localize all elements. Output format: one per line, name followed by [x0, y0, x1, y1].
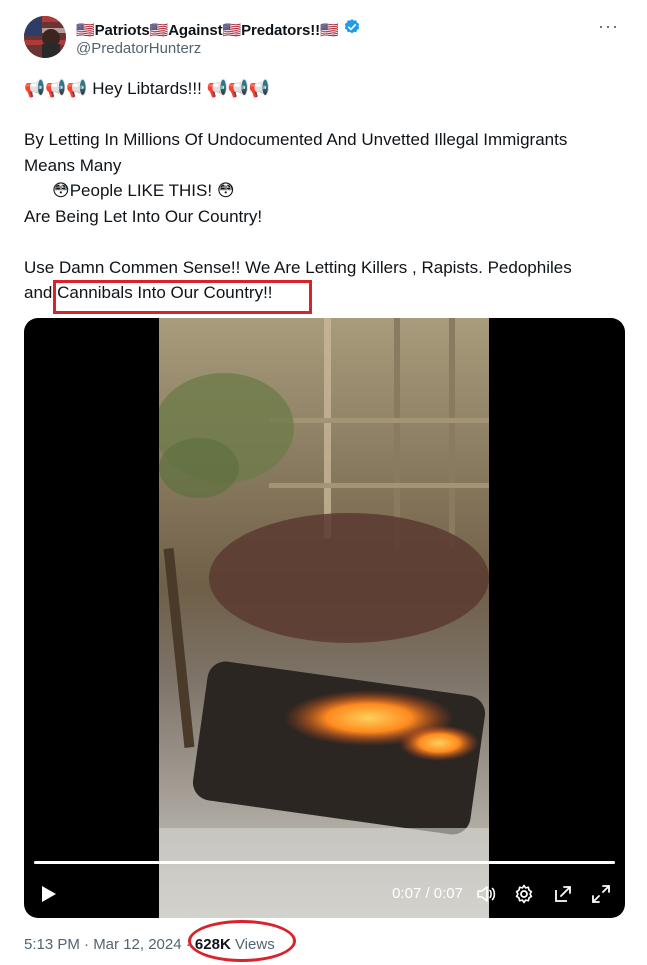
- tweet-line: 😳People LIKE THIS! 😳: [52, 181, 235, 200]
- more-options-icon[interactable]: ···: [598, 16, 619, 37]
- tweet-text: 📢📢📢 Hey Libtards!!! 📢📢📢 By Letting In Mi…: [24, 76, 624, 306]
- verified-badge-icon: [343, 18, 361, 41]
- tweet-line: Means Many: [24, 155, 122, 175]
- tweet-line: and Cannibals Into Our Country!!: [24, 283, 273, 302]
- tweet-meta: 5:13 PM · Mar 12, 2024 · 628K Views: [24, 936, 275, 953]
- views-count: 628K: [194, 936, 231, 953]
- author-handle[interactable]: @PredatorHunterz: [76, 40, 201, 57]
- video-progress-fill: [34, 861, 615, 864]
- tweet-line: Are Being Let Into Our Country!: [24, 206, 263, 226]
- video-time: 0:07 / 0:07: [392, 885, 463, 902]
- video-still-image: [159, 318, 489, 918]
- views-label: Views: [230, 936, 275, 953]
- avatar[interactable]: [24, 16, 66, 58]
- play-icon[interactable]: [38, 884, 58, 904]
- tweet-line: Use Damn Commen Sense!! We Are Letting K…: [24, 257, 572, 277]
- author-name-row: 🇺🇸Patriots🇺🇸Against🇺🇸Predators!!🇺🇸: [76, 18, 361, 41]
- volume-icon[interactable]: [476, 884, 496, 904]
- tweet-card: 🇺🇸Patriots🇺🇸Against🇺🇸Predators!!🇺🇸 @Pred…: [0, 0, 647, 965]
- tweet-line: By Letting In Millions Of Undocumented A…: [24, 130, 568, 149]
- video-progress-bar[interactable]: [34, 861, 615, 864]
- video-player[interactable]: 0:07 / 0:07: [24, 318, 625, 918]
- video-frame: [159, 318, 489, 918]
- pop-out-icon[interactable]: [553, 884, 573, 904]
- tweet-line: 📢📢📢 Hey Libtards!!! 📢📢📢: [24, 79, 271, 98]
- display-name[interactable]: 🇺🇸Patriots🇺🇸Against🇺🇸Predators!!🇺🇸: [76, 21, 339, 39]
- settings-icon[interactable]: [514, 884, 534, 904]
- timestamp[interactable]: 5:13 PM · Mar 12, 2024 ·: [24, 936, 195, 953]
- fullscreen-icon[interactable]: [591, 884, 611, 904]
